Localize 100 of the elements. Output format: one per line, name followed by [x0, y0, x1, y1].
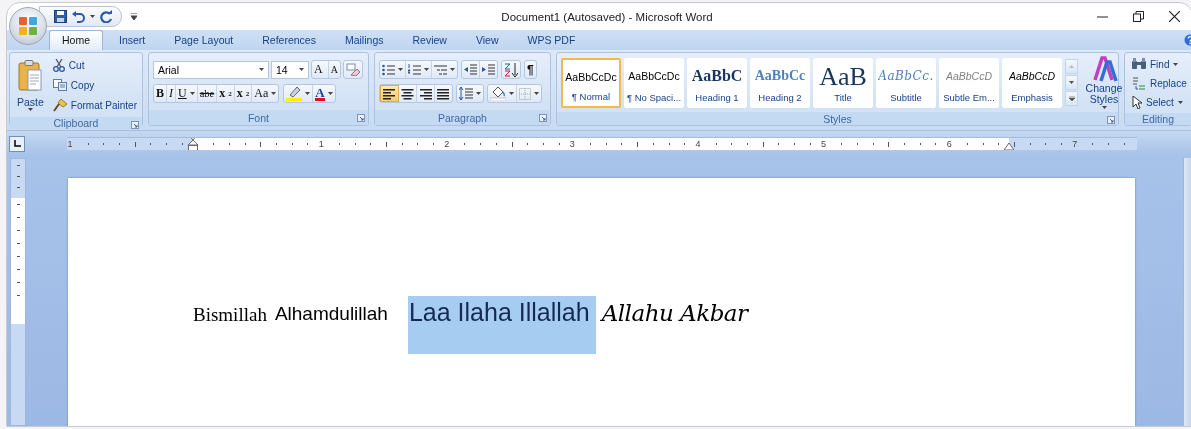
dialog-launcher-icon[interactable]: [356, 114, 365, 122]
dialog-launcher-icon[interactable]: [1107, 116, 1115, 124]
vertical-scrollbar[interactable]: [1183, 158, 1191, 426]
ruler-number: 1: [318, 139, 325, 149]
caret-icon: [271, 92, 277, 95]
group-label: Styles: [823, 112, 852, 125]
restore-icon[interactable]: [1133, 11, 1144, 22]
ribbon-tab[interactable]: Review: [399, 30, 460, 50]
caret-icon: [449, 68, 455, 71]
logo-icon: [18, 16, 38, 36]
style-option[interactable]: AaBbC Heading 1: [687, 57, 747, 108]
clipboard-command[interactable]: Copy: [49, 76, 140, 94]
ribbon-tab[interactable]: References: [249, 30, 329, 50]
scroll-down-button[interactable]: [1065, 75, 1078, 90]
format-button[interactable]: x$^{2}$: [234, 85, 253, 102]
caret-icon: [533, 92, 539, 95]
highlight-button[interactable]: [284, 85, 314, 102]
editing-command[interactable]: Select: [1129, 93, 1190, 111]
show-formatting-button[interactable]: ¶: [524, 61, 536, 78]
align-icon: [436, 87, 450, 100]
binoculars-icon: [1132, 58, 1146, 70]
format-button[interactable]: U: [176, 85, 198, 102]
tab-selector-button[interactable]: [9, 135, 25, 152]
caret-icon: [27, 107, 33, 111]
ruler-number: 3: [569, 139, 576, 149]
decrease-indent-button[interactable]: [461, 61, 480, 78]
group-label: Editing: [1141, 113, 1175, 125]
eraser-icon: [345, 63, 360, 76]
sort-icon: [503, 62, 518, 77]
ruler-number: 5: [820, 139, 827, 149]
style-option[interactable]: AaBbCcD Subtle Em...: [939, 57, 999, 108]
change-styles-button[interactable]: Change Styles: [1081, 55, 1127, 110]
clear-formatting-button[interactable]: [343, 61, 362, 78]
line-spacing-button[interactable]: [456, 85, 483, 102]
decrease-indent-icon: [463, 63, 477, 76]
caret-icon: [259, 68, 264, 71]
ribbon-tab[interactable]: Home: [49, 30, 103, 50]
styles-letter-icon: [1090, 56, 1118, 82]
document-text: Laa Ilaha Illallah: [407, 296, 596, 354]
undo-icon[interactable]: [72, 10, 85, 23]
shrink-font-button[interactable]: A: [328, 61, 340, 78]
dialog-launcher-icon[interactable]: [131, 121, 139, 129]
redo-icon[interactable]: [100, 10, 113, 23]
scissors-icon: [52, 58, 65, 72]
format-button[interactable]: abe: [197, 85, 218, 102]
right-indent-marker-icon[interactable]: [1004, 143, 1014, 150]
indent-marker-icon[interactable]: [188, 138, 198, 150]
font-name-field[interactable]: Arial: [153, 60, 269, 79]
copy-icon: [52, 79, 67, 91]
ribbon-tab[interactable]: Insert: [106, 30, 159, 50]
shading-button[interactable]: [487, 85, 517, 102]
scroll-down-icon: [1069, 81, 1074, 84]
pointer-icon: [1132, 95, 1142, 109]
style-option[interactable]: AaBbCcD Emphasis: [1002, 57, 1062, 108]
document-text: Bismillah: [193, 304, 267, 326]
format-button[interactable]: B: [154, 85, 167, 102]
highlighter-icon: [286, 86, 303, 101]
group-label: Paragraph: [437, 111, 487, 124]
borders-icon: [518, 87, 531, 100]
format-button[interactable]: I: [167, 85, 176, 102]
style-option[interactable]: AaBbCcDc ¶ Normal: [561, 57, 621, 108]
editing-command[interactable]: Find: [1129, 55, 1190, 73]
clipboard-command[interactable]: Format Painter: [49, 96, 140, 114]
editing-command[interactable]: Replace: [1129, 74, 1190, 92]
more-icon: [1068, 96, 1075, 101]
dialog-launcher-icon[interactable]: [539, 114, 547, 122]
bullets-button[interactable]: [379, 61, 406, 78]
style-option[interactable]: AaB Title: [813, 57, 873, 108]
ribbon-tab[interactable]: Mailings: [331, 30, 397, 50]
ribbon-tab[interactable]: View: [462, 30, 512, 50]
ruler-number: 7: [1071, 139, 1078, 149]
increase-indent-button[interactable]: [479, 61, 497, 78]
document-text: Alhamdulillah: [274, 303, 388, 325]
clipboard-command[interactable]: Cut: [49, 56, 140, 74]
paintbrush-icon: [52, 98, 67, 112]
caret-icon: [423, 68, 429, 71]
save-icon[interactable]: [54, 10, 67, 23]
font-size-field[interactable]: 14: [271, 60, 309, 79]
ribbon-tab[interactable]: Page Layout: [161, 30, 247, 50]
style-option[interactable]: AaBbCc Heading 2: [750, 57, 810, 108]
caret-icon: [475, 92, 481, 95]
caret-icon: [90, 15, 95, 18]
caret-icon: [327, 92, 333, 95]
style-option[interactable]: AaBbCcDc ¶ No Spaci...: [624, 57, 684, 108]
caret-icon: [305, 92, 311, 95]
ruler-number: 6: [946, 139, 953, 149]
close-icon[interactable]: [1169, 11, 1180, 22]
ribbon-tab[interactable]: WPS PDF: [514, 30, 589, 50]
numbering-button[interactable]: [405, 61, 432, 78]
caret-icon: [299, 68, 304, 71]
paste-button[interactable]: Paste: [14, 55, 47, 115]
font-color-button[interactable]: A: [313, 85, 335, 102]
format-button[interactable]: Aa: [252, 85, 279, 102]
clipboard-icon: [18, 59, 43, 92]
grow-font-button[interactable]: A: [312, 61, 329, 78]
align-button[interactable]: [379, 85, 399, 102]
scroll-up-icon: [1069, 65, 1074, 68]
customize-caret-icon[interactable]: [131, 13, 137, 20]
more-styles-button[interactable]: [1065, 91, 1078, 106]
ruler-number: 4: [694, 139, 701, 149]
